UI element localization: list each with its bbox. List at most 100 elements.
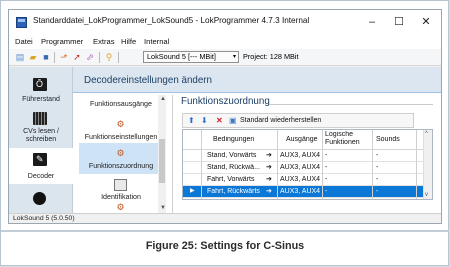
function-settings-icon: ⚙ (116, 119, 125, 129)
cell-bedingungen: Stand, Rückwä... (207, 164, 260, 171)
decoder-select-value: LokSound 5 [--- MBit] (147, 52, 216, 61)
section-title: Funktionszuordnung (181, 96, 270, 107)
move-up-icon[interactable]: ⬆ (188, 115, 195, 126)
sidebar-item-cvs[interactable]: CVs lesen / schreiben (9, 109, 73, 147)
identification-icon (114, 179, 127, 191)
category-label: Funktionszuordnung (88, 162, 154, 170)
figure-caption: Figure 25: Settings for C-Sinus (145, 240, 305, 252)
menu-datei[interactable]: Datei (15, 37, 33, 46)
close-button[interactable]: ✕ (415, 13, 437, 31)
undo-icon[interactable]: ⬀ (85, 52, 95, 62)
cell-bedingungen: Fahrt, Rückwärts (207, 188, 260, 195)
status-bar: LokSound 5 (5.0.50) (9, 213, 441, 223)
toolbar: ▤ ▰ ■ ⬏ ➚ ⬀ ⚲ LokSound 5 [--- MBit] ▾ Pr… (9, 49, 441, 66)
sidebar: Ō Führerstand CVs lesen / schreiben ✎ De… (9, 67, 73, 213)
status-text: LokSound 5 (5.0.50) (13, 215, 75, 222)
window-title: Standarddatei_LokProgrammer_LokSound5 - … (33, 16, 310, 25)
table-scrollbar[interactable]: ^ v (423, 130, 432, 199)
save-icon[interactable]: ■ (41, 52, 51, 62)
toolbar-separator (54, 52, 55, 63)
app-window: Standarddatei_LokProgrammer_LokSound5 - … (8, 9, 442, 224)
sidebar-item-fuehrerstand[interactable]: Ō Führerstand (9, 75, 73, 107)
menu-internal[interactable]: Internal (144, 37, 169, 46)
move-down-icon[interactable]: ⬇ (201, 115, 208, 126)
menu-bar: Datei Programmer Extras Hilfe Internal (9, 35, 441, 49)
column-divider (416, 130, 417, 199)
cell-logisch: - (325, 188, 328, 195)
cv-icon (33, 112, 47, 125)
section-divider (269, 104, 433, 105)
sidebar-item-label: Führerstand (22, 96, 60, 103)
sidebar-item-label: CVs lesen / schreiben (23, 128, 59, 143)
minimize-button[interactable]: – (361, 13, 383, 31)
restore-icon[interactable]: ▣ (229, 115, 237, 126)
category-scrollbar-thumb[interactable] (159, 139, 165, 183)
cell-ausgaenge: AUX3, AUX4 (280, 164, 321, 171)
mapping-toolbar: ⬆ ⬇ ✕ ▣ Standard wiederherstellen (182, 113, 414, 128)
column-divider (201, 130, 202, 199)
restore-default-button[interactable]: Standard wiederherstellen (240, 115, 321, 126)
column-divider (322, 130, 323, 199)
col-ausgaenge[interactable]: Ausgänge (286, 136, 318, 143)
menu-programmer[interactable]: Programmer (41, 37, 83, 46)
menu-extras[interactable]: Extras (93, 37, 115, 46)
tools-icon[interactable]: ⚲ (104, 52, 114, 62)
scroll-down-icon[interactable]: ▼ (160, 205, 166, 211)
cell-bedingungen: Fahrt, Vorwärts (207, 176, 255, 183)
delete-icon[interactable]: ✕ (216, 115, 223, 126)
cell-sounds: - (376, 152, 379, 159)
write-icon[interactable]: ➚ (72, 52, 82, 62)
cell-logisch: - (325, 176, 328, 183)
cab-icon: Ō (33, 78, 47, 91)
column-divider (277, 130, 278, 199)
function-mapping-icon: ⚙ (116, 148, 125, 158)
col-bedingungen[interactable]: Bedingungen (213, 136, 254, 143)
project-info: Project: 128 MBit (243, 52, 299, 61)
toolbar-separator (99, 52, 100, 63)
arrow-right-icon: ➔ (266, 152, 272, 159)
open-folder-icon[interactable]: ▰ (28, 52, 38, 62)
decoder-icon: ✎ (33, 153, 47, 166)
arrow-right-icon: ➔ (266, 164, 272, 171)
category-label: Funktionseinstellungen (84, 133, 158, 141)
table-row[interactable]: Stand, Vorwärts ➔ AUX3, AUX4 - - (183, 150, 432, 162)
project-label: Project: (243, 52, 268, 61)
scroll-down-icon[interactable]: v (425, 192, 428, 198)
new-file-icon[interactable]: ▤ (15, 52, 25, 62)
category-next[interactable]: ⚙ (79, 201, 163, 213)
cell-ausgaenge: AUX3, AUX4 (280, 152, 321, 159)
arrow-right-icon: ➔ (266, 188, 272, 195)
sidebar-item-label: Decoder (27, 173, 55, 180)
table-row[interactable]: Stand, Rückwä... ➔ AUX3, AUX4 - - (183, 162, 432, 174)
col-logische-funktionen[interactable]: Logische Funktionen (325, 131, 371, 147)
page-header: Decodereinstellungen ändern (73, 67, 441, 93)
project-value: 128 MBit (269, 52, 299, 61)
table-header: Bedingungen Ausgänge Logische Funktionen… (183, 130, 432, 150)
category-label: Identifikation (101, 193, 141, 201)
page-title: Decodereinstellungen ändern (84, 75, 212, 86)
cell-ausgaenge: AUX3, AUX4 (280, 188, 321, 195)
col-sounds[interactable]: Sounds (376, 136, 400, 143)
sidebar-item-sound[interactable] (9, 187, 73, 213)
scroll-up-icon[interactable]: ▲ (160, 96, 166, 102)
read-icon[interactable]: ⬏ (59, 52, 69, 62)
menu-hilfe[interactable]: Hilfe (121, 37, 136, 46)
cell-sounds: - (376, 188, 379, 195)
decoder-select[interactable]: LokSound 5 [--- MBit] ▾ (143, 51, 239, 63)
caption-divider (1, 230, 449, 232)
category-label: Funktionsausgänge (90, 100, 152, 108)
table-row[interactable]: Fahrt, Vorwärts ➔ AUX3, AUX4 - - (183, 174, 432, 186)
column-divider (372, 130, 373, 199)
scroll-up-icon[interactable]: ^ (425, 131, 428, 137)
chevron-down-icon: ▾ (232, 54, 236, 60)
category-funktionszuordnung[interactable]: ⚙ Funktionszuordnung (79, 143, 163, 174)
category-funktionseinstellungen[interactable]: ⚙ Funktionseinstellungen (79, 115, 163, 146)
title-bar: Standarddatei_LokProgrammer_LokSound5 - … (9, 10, 441, 35)
cell-bedingungen: Stand, Vorwärts (207, 152, 257, 159)
table-row-selected[interactable]: ▶ Fahrt, Rückwärts ➔ AUX3, AUX4 - - (183, 186, 432, 198)
maximize-button[interactable]: ☐ (388, 13, 410, 31)
figure-frame: Standarddatei_LokProgrammer_LokSound5 - … (0, 0, 449, 266)
sidebar-item-decoder[interactable]: ✎ Decoder (9, 148, 73, 184)
cell-sounds: - (376, 176, 379, 183)
sound-icon (33, 192, 46, 205)
